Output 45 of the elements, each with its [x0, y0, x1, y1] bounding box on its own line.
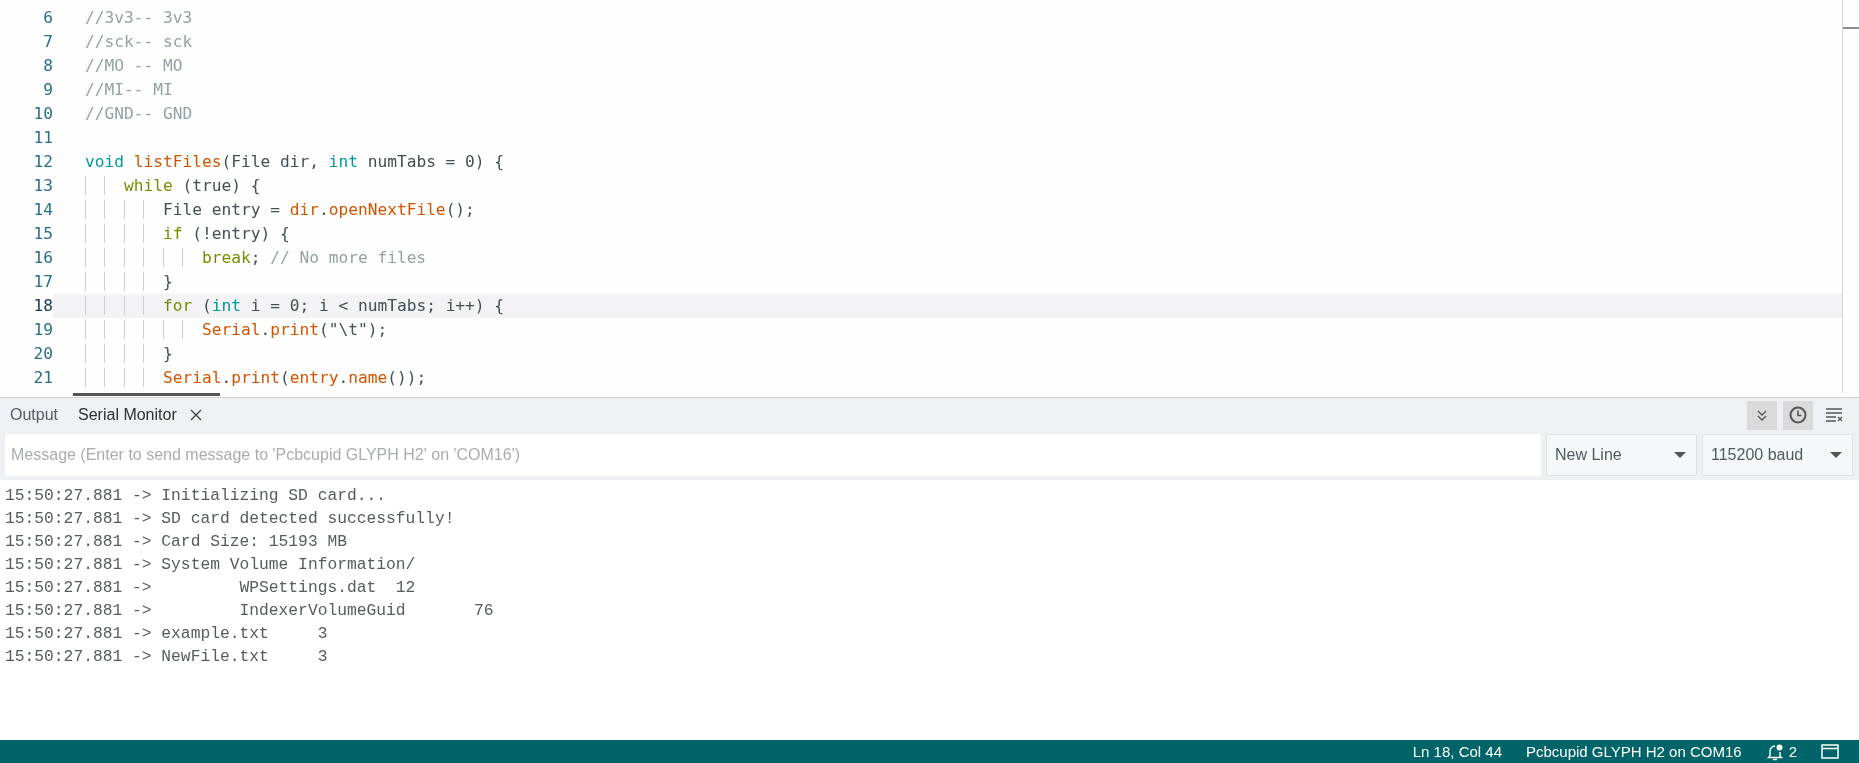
ruler-mark	[1843, 27, 1859, 29]
output-line: 15:50:27.881 -> IndexerVolumeGuid 76	[5, 600, 495, 622]
chevrons-down-icon	[1755, 408, 1769, 422]
board-port[interactable]: Pcbcupid GLYPH H2 on COM16	[1526, 743, 1742, 760]
panel-tab[interactable]: Output	[0, 398, 69, 432]
output-line: 15:50:27.881 -> System Volume Information/	[5, 554, 417, 576]
panel-tab[interactable]: Serial Monitor	[68, 398, 213, 432]
output-line: 15:50:27.881 -> SD card detected successfully!	[5, 508, 456, 530]
output-line: 15:50:27.881 -> Card Size: 15193 MB	[5, 531, 348, 553]
code-line: //GND-- GND	[85, 103, 193, 125]
caret-icon	[1674, 452, 1686, 458]
code-line: }	[85, 270, 173, 294]
code-line: //3v3-- 3v3	[85, 7, 193, 29]
code-line: break; // No more files	[85, 246, 427, 270]
bell-icon	[1765, 742, 1784, 761]
clock-icon	[1789, 406, 1807, 424]
caret-icon	[1830, 452, 1842, 458]
code-line: //MI-- MI	[85, 79, 173, 101]
code-line: void listFiles(File dir, int numTabs = 0) {	[85, 151, 505, 173]
code-line: Serial.print("\t");	[85, 318, 388, 342]
code-line: }	[85, 342, 173, 366]
output-line: 15:50:27.881 -> example.txt 3	[5, 623, 329, 645]
message-field[interactable]: Message (Enter to send message to 'Pcbcupid GLYPH H2' on 'COM16')	[5, 434, 1541, 476]
line-number: 18	[0, 294, 53, 318]
code-line: //sck-- sck	[85, 31, 193, 53]
notifications-button[interactable]: 2	[1765, 742, 1797, 761]
toggle-panel-button[interactable]	[1821, 744, 1839, 759]
cursor-position[interactable]: Ln 18, Col 44	[1412, 743, 1502, 760]
output-line: 15:50:27.881 -> NewFile.txt 3	[5, 646, 329, 668]
output-line: 15:50:27.881 -> Initializing SD card...	[5, 485, 388, 507]
code-line: //MO -- MO	[85, 55, 183, 77]
clear-output-icon	[1825, 407, 1843, 423]
code-line: File entry = dir.openNextFile();	[85, 198, 475, 222]
close-icon	[188, 408, 203, 422]
code-line: if (!entry) {	[85, 222, 290, 246]
output-line: 15:50:27.881 -> WPSettings.dat 12	[5, 577, 417, 599]
clock-button[interactable]	[1783, 400, 1813, 430]
chevrons-down-button[interactable]	[1747, 400, 1777, 430]
panel-icon	[1821, 744, 1839, 759]
baud-rate-dropdown[interactable]: 115200 baud	[1702, 434, 1853, 476]
line-ending-dropdown[interactable]: New Line	[1546, 434, 1697, 476]
scrollbar-thumb[interactable]	[73, 393, 220, 396]
code-line: Serial.print(entry.name());	[85, 366, 427, 390]
code-line: while (true) {	[85, 174, 261, 198]
code-line: for (int i = 0; i < numTabs; i++) {	[85, 294, 505, 318]
